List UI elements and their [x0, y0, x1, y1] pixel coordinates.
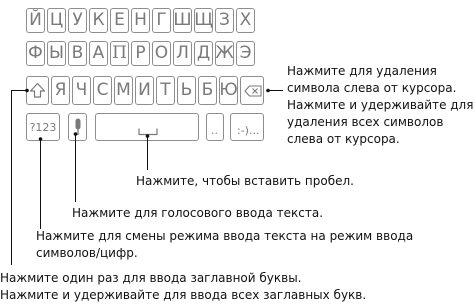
key-row2[interactable]: О [152, 41, 171, 66]
key-label: Ц [49, 10, 64, 30]
key-row2[interactable]: Э [236, 41, 255, 66]
key-row2[interactable]: Д [194, 41, 213, 66]
key-label: Х [239, 10, 252, 30]
punctuation-key[interactable]: .. [206, 113, 224, 141]
key-row2[interactable]: В [68, 41, 87, 66]
key-row1[interactable]: Г [152, 8, 171, 33]
key-label: М [116, 80, 131, 100]
key-row1[interactable]: У [68, 8, 87, 33]
punctuation-key-label: .. [211, 124, 218, 137]
symbols-key-label: ?123 [29, 120, 57, 134]
key-label: Й [29, 10, 42, 30]
key-label: О [154, 43, 169, 63]
key-row2[interactable]: П [110, 41, 129, 66]
smiley-key[interactable]: :-)... [230, 113, 264, 141]
key-row3[interactable]: И [135, 76, 154, 105]
voice-caption: Нажмите для голосового ввода текста. [72, 206, 324, 220]
key-row3[interactable]: Т [156, 76, 175, 105]
key-label: В [71, 43, 84, 63]
shift-arrow-icon [29, 82, 46, 98]
key-row1[interactable]: Ц [47, 8, 66, 33]
mode-caption-line: символов/цифр. [36, 246, 138, 260]
key-label: Ю [219, 80, 238, 100]
key-label: Ч [75, 80, 88, 100]
key-label: Н [134, 10, 147, 30]
key-row3[interactable]: Я [51, 76, 70, 105]
key-label: К [92, 10, 105, 30]
key-label: Д [196, 43, 211, 63]
delete-caption-line: символа слева от курсора. [287, 81, 457, 95]
key-label: Ь [180, 80, 193, 100]
key-label: Г [156, 10, 167, 30]
key-row1[interactable]: Н [131, 8, 150, 33]
shift-callout-line [11, 90, 27, 265]
key-label: Р [135, 43, 146, 63]
key-label: И [138, 80, 151, 100]
key-label: Э [239, 43, 252, 63]
key-label: Щ [194, 10, 213, 30]
mode-caption-line: Нажмите для смены режима ввода текста на… [36, 229, 414, 243]
key-row1[interactable]: Е [110, 8, 129, 33]
key-label: А [92, 43, 105, 63]
space-key[interactable] [95, 113, 199, 141]
key-label: Я [54, 80, 67, 100]
symbols-key[interactable]: ?123 [26, 113, 60, 141]
key-row3[interactable]: М [114, 76, 133, 105]
key-row1[interactable]: К [89, 8, 108, 33]
space-bracket-icon [138, 128, 158, 136]
key-row2[interactable]: Л [173, 41, 192, 66]
key-label: Ф [28, 43, 43, 63]
smiley-key-label: :-)... [237, 124, 260, 137]
key-label: С [96, 80, 109, 100]
backspace-icon [244, 85, 262, 97]
key-row3[interactable]: Ь [177, 76, 196, 105]
key-label: Т [160, 80, 171, 100]
key-label: П [112, 43, 127, 63]
key-label: Е [114, 10, 125, 30]
key-row1[interactable]: Й [26, 8, 45, 33]
key-row1[interactable]: З [215, 8, 234, 33]
key-row3[interactable]: Ч [72, 76, 91, 105]
key-row3[interactable]: Ю [219, 76, 238, 105]
key-label: У [72, 10, 83, 30]
key-row3[interactable]: С [93, 76, 112, 105]
delete-caption-line: удаления всех символов [287, 115, 444, 129]
shift-key[interactable] [26, 76, 49, 105]
key-row2[interactable]: Р [131, 41, 150, 66]
key-label: Л [176, 43, 189, 63]
shift-caption-line: Нажмите один раз для ввода заглавной бук… [0, 271, 302, 285]
delete-caption-line: Нажмите для удаления [287, 64, 437, 78]
key-row2[interactable]: Ж [215, 41, 234, 66]
key-row2[interactable]: Ы [47, 41, 66, 66]
key-label: Б [201, 80, 214, 100]
shift-caption-line: Нажмите и удерживайте для ввода всех заг… [0, 288, 367, 302]
key-label: Ж [215, 43, 234, 63]
key-label: Ы [49, 43, 64, 63]
keyboard-diagram: Й Ц У К Е Н Г Ш Щ З Х Ф Ы В А П Р О Л Д … [0, 0, 475, 304]
space-caption: Нажмите, чтобы вставить пробел. [136, 174, 354, 188]
key-label: Ш [173, 10, 192, 30]
voice-key[interactable] [68, 113, 87, 141]
key-row1[interactable]: Ш [173, 8, 192, 33]
key-label: З [219, 10, 230, 30]
key-row2[interactable]: Ф [26, 41, 45, 66]
backspace-key[interactable] [240, 76, 264, 105]
key-row2[interactable]: А [89, 41, 108, 66]
microphone-icon [75, 118, 81, 135]
key-row3[interactable]: Б [198, 76, 217, 105]
delete-callout-dot [266, 88, 270, 93]
key-row1[interactable]: Щ [194, 8, 213, 33]
key-row1[interactable]: Х [236, 8, 255, 33]
delete-caption-line: слева от курсора. [287, 132, 400, 146]
delete-caption-line: Нажмите и удерживайте для [287, 98, 474, 112]
